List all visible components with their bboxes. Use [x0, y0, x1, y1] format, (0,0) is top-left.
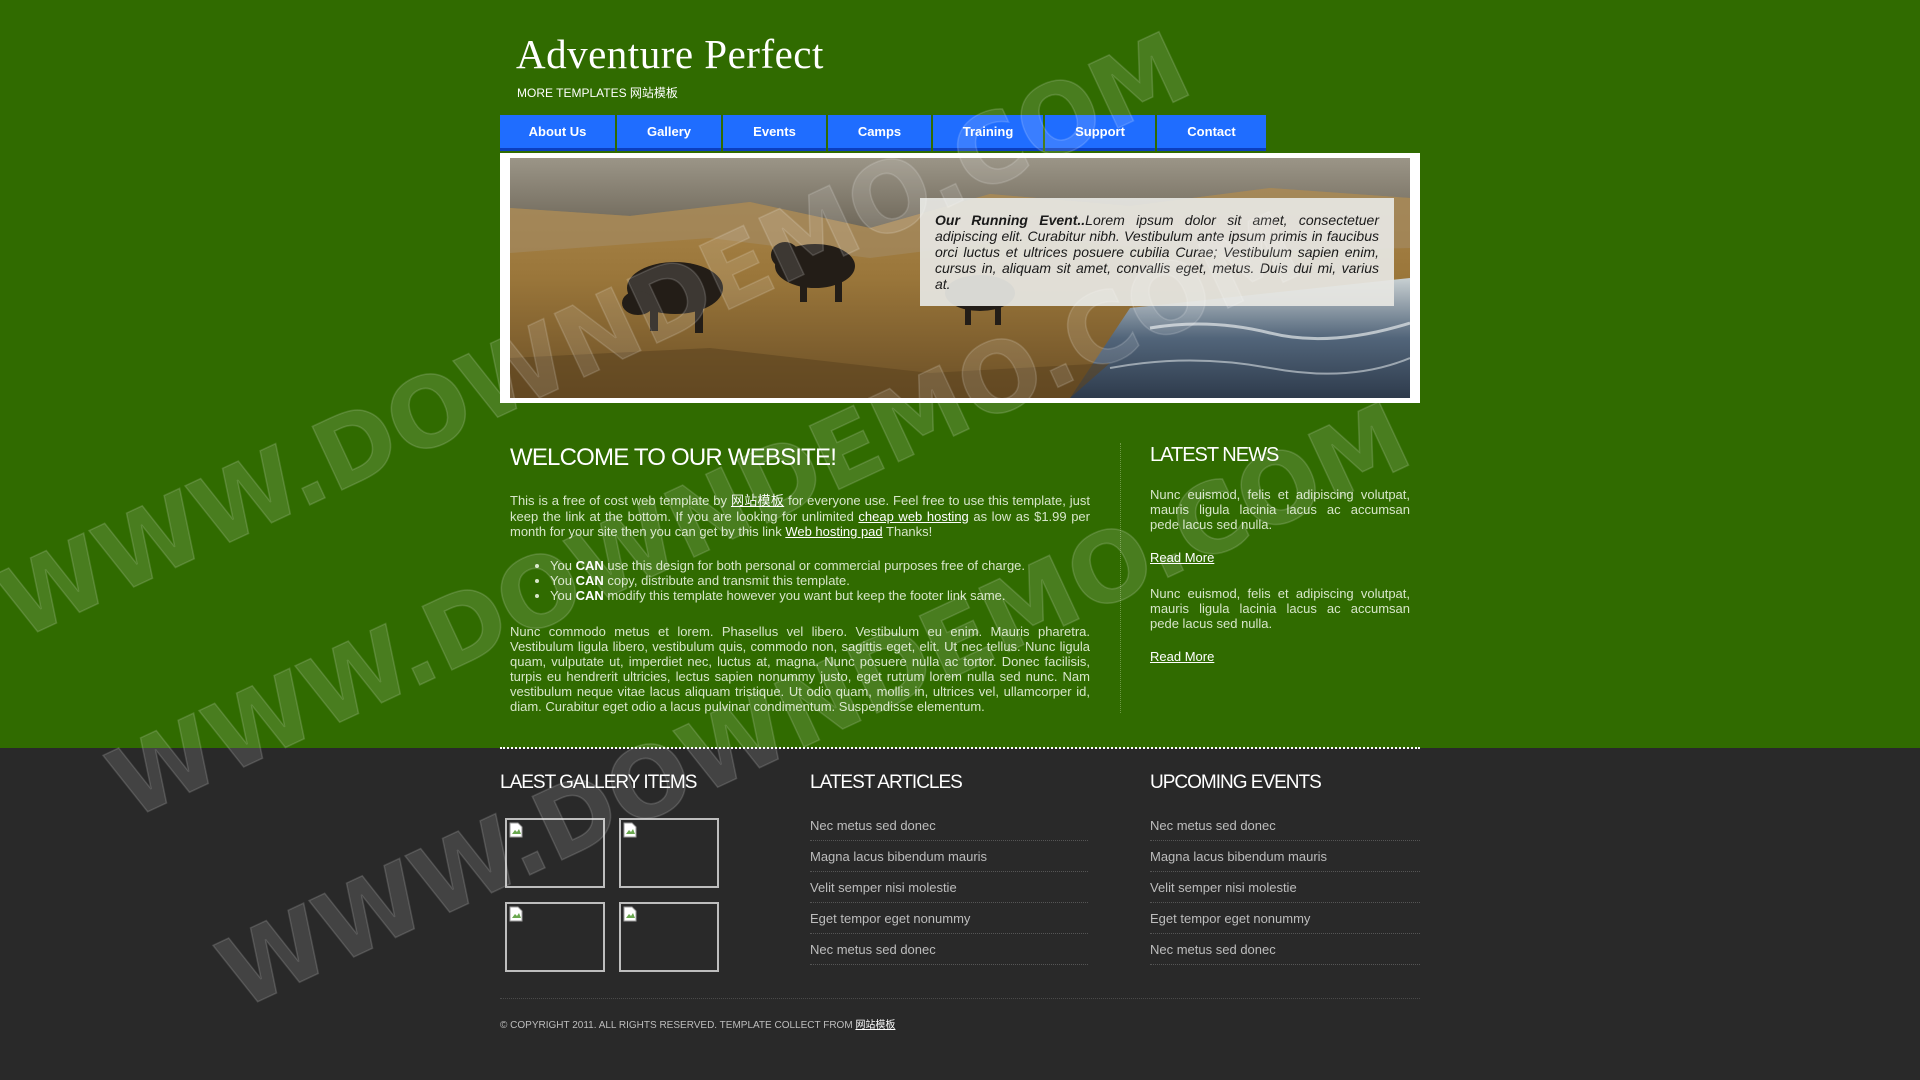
nav-item-camps[interactable]: Camps — [828, 115, 931, 151]
intro-text-1: This is a free of cost web template by — [510, 493, 731, 508]
welcome-heading: WELCOME TO OUR WEBSITE! — [510, 444, 837, 471]
bullet-text: You — [550, 558, 576, 573]
nav-item-gallery[interactable]: Gallery — [617, 115, 721, 151]
article-link[interactable]: Eget tempor eget nonummy — [810, 903, 1088, 934]
list-item: You CAN use this design for both persona… — [550, 558, 1025, 573]
upcoming-events-heading: UPCOMING EVENTS — [1150, 772, 1322, 793]
web-hosting-pad-link[interactable]: Web hosting pad — [785, 524, 882, 539]
footer-dotted-divider — [500, 747, 1420, 749]
event-link[interactable]: Nec metus sed donec — [1150, 934, 1420, 965]
upcoming-events-list: Nec metus sed donec Magna lacus bibendum… — [1150, 810, 1420, 965]
list-item: You CAN copy, distribute and transmit th… — [550, 573, 1025, 588]
broken-image-icon — [623, 906, 637, 922]
banner-frame: Our Running Event..Lorem ipsum dolor sit… — [500, 153, 1420, 403]
bullet-text: use this design for both personal or com… — [603, 558, 1026, 573]
news-item-text: Nunc euismod, felis et adipiscing volutp… — [1150, 487, 1410, 532]
broken-image-icon — [509, 906, 523, 922]
nav-item-events[interactable]: Events — [723, 115, 826, 151]
event-link[interactable]: Eget tempor eget nonummy — [1150, 903, 1420, 934]
site-title[interactable]: Adventure Perfect — [516, 30, 824, 78]
nav-item-training[interactable]: Training — [933, 115, 1043, 151]
list-item: You CAN modify this template however you… — [550, 588, 1025, 603]
bullet-text: modify this template however you want bu… — [603, 588, 1006, 603]
license-bullet-list: You CAN use this design for both persona… — [530, 558, 1025, 603]
gallery-thumbnail[interactable] — [505, 902, 605, 972]
event-link[interactable]: Magna lacus bibendum mauris — [1150, 841, 1420, 872]
copyright-template-link[interactable]: 网站模板 — [855, 1020, 895, 1031]
welcome-intro: This is a free of cost web template by 网… — [510, 493, 1090, 540]
copyright-notice: © COPYRIGHT 2011. ALL RIGHTS RESERVED. T… — [500, 1016, 895, 1031]
nav-item-contact[interactable]: Contact — [1157, 115, 1266, 151]
copyright-divider — [500, 998, 1420, 999]
latest-news-heading: LATEST NEWS — [1150, 444, 1279, 466]
event-link[interactable]: Velit semper nisi molestie — [1150, 872, 1420, 903]
cheap-web-hosting-link[interactable]: cheap web hosting — [858, 509, 968, 524]
bullet-text: You — [550, 573, 576, 588]
gallery-thumbnail[interactable] — [619, 902, 719, 972]
article-link[interactable]: Nec metus sed donec — [810, 934, 1088, 965]
nav-item-support[interactable]: Support — [1045, 115, 1155, 151]
nav-item-about-us[interactable]: About Us — [500, 115, 615, 151]
read-more-link[interactable]: Read More — [1150, 550, 1214, 565]
main-navigation: About Us Gallery Events Camps Training S… — [500, 115, 1268, 151]
article-link[interactable]: Velit semper nisi molestie — [810, 872, 1088, 903]
bullet-emphasis: CAN — [575, 558, 604, 573]
column-divider — [1120, 443, 1121, 713]
template-site-link[interactable]: 网站模板 — [731, 493, 784, 508]
welcome-body-text: Nunc commodo metus et lorem. Phasellus v… — [510, 624, 1090, 714]
banner-image-yaks-grazing: Our Running Event..Lorem ipsum dolor sit… — [510, 158, 1410, 398]
event-link[interactable]: Nec metus sed donec — [1150, 810, 1420, 841]
gallery-thumbnail[interactable] — [619, 818, 719, 888]
news-item-text: Nunc euismod, felis et adipiscing volutp… — [1150, 586, 1410, 631]
bullet-text: You — [550, 588, 576, 603]
bullet-emphasis: CAN — [575, 588, 604, 603]
gallery-heading: LAEST GALLERY ITEMS — [500, 772, 697, 793]
latest-articles-list: Nec metus sed donec Magna lacus bibendum… — [810, 810, 1088, 965]
site-subtitle-link[interactable]: MORE TEMPLATES 网站模板 — [517, 84, 678, 101]
broken-image-icon — [509, 822, 523, 838]
intro-text-4: Thanks! — [882, 524, 933, 539]
gallery-thumbnail[interactable] — [505, 818, 605, 888]
article-link[interactable]: Nec metus sed donec — [810, 810, 1088, 841]
latest-articles-heading: LATEST ARTICLES — [810, 772, 963, 793]
bullet-emphasis: CAN — [575, 573, 604, 588]
banner-caption-title: Our Running Event.. — [935, 212, 1086, 228]
copyright-text: © COPYRIGHT 2011. ALL RIGHTS RESERVED. T… — [500, 1020, 856, 1031]
bullet-text: copy, distribute and transmit this templ… — [603, 573, 850, 588]
broken-image-icon — [623, 822, 637, 838]
read-more-link[interactable]: Read More — [1150, 649, 1214, 664]
banner-caption: Our Running Event..Lorem ipsum dolor sit… — [920, 198, 1394, 306]
article-link[interactable]: Magna lacus bibendum mauris — [810, 841, 1088, 872]
